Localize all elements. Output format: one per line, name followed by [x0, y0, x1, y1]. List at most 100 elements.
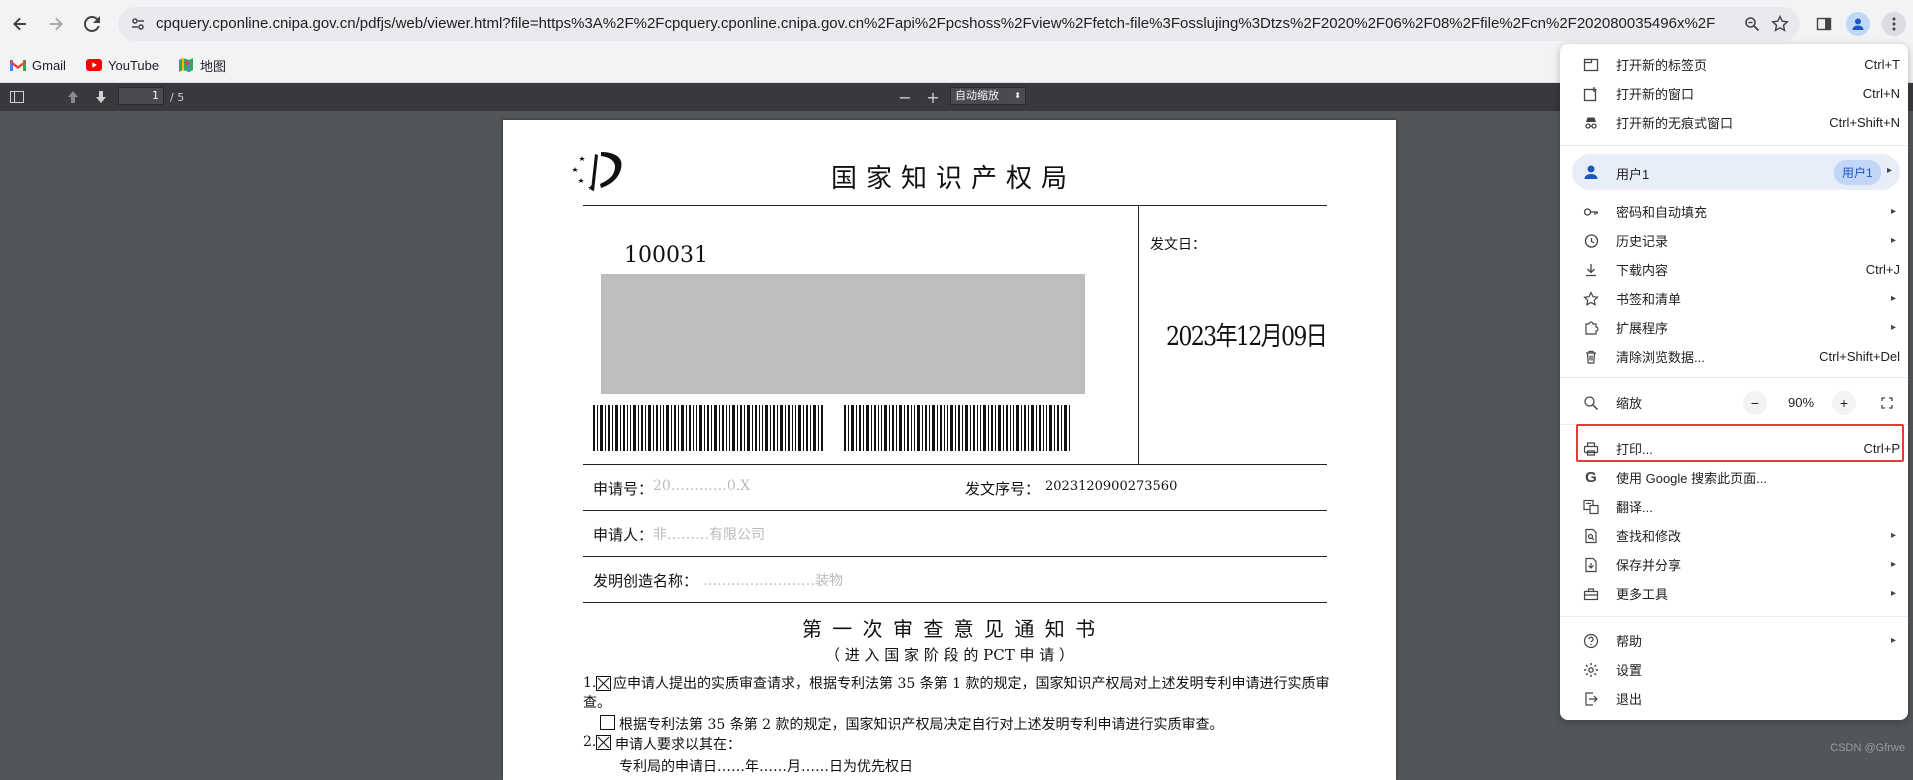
forward-button[interactable] [42, 10, 70, 38]
menu-separator [1560, 616, 1908, 617]
menu-item-extensions[interactable]: 扩展程序 ▸ [1560, 313, 1908, 342]
chevron-right-icon: ▸ [1890, 559, 1896, 570]
recipient-address-redacted [601, 274, 1085, 394]
item-2-number: 2. [583, 734, 597, 750]
bookmark-label: YouTube [108, 57, 160, 73]
menu-item-clear-data[interactable]: 清除浏览数据... Ctrl+Shift+Del [1560, 342, 1908, 371]
zoom-out-button[interactable]: − [898, 87, 912, 107]
zoom-out-button[interactable]: − [1743, 391, 1767, 415]
notice-title: 第 一 次 审 查 意 见 通 知 书 [801, 617, 1098, 641]
menu-item-new-window[interactable]: 打开新的窗口 Ctrl+N [1560, 79, 1908, 108]
google-g-icon: G [1585, 469, 1597, 486]
profile-avatar-icon[interactable] [1846, 12, 1870, 36]
menu-separator [1560, 377, 1908, 378]
address-divider [1138, 206, 1139, 464]
chevron-right-icon: ▸ [1890, 588, 1896, 599]
menu-item-more-tools[interactable]: 更多工具 ▸ [1560, 579, 1908, 608]
zoom-in-button[interactable]: + [926, 87, 940, 107]
new-window-icon [1582, 85, 1600, 103]
cnipa-logo [572, 152, 622, 191]
bookmark-star-icon[interactable] [1770, 14, 1790, 34]
back-button[interactable] [6, 10, 34, 38]
zoom-select-value: 自动缩放 [955, 89, 999, 102]
bookmark-maps[interactable]: 地图 [178, 54, 226, 76]
zoom-select[interactable]: 自动缩放 ⬍ [950, 87, 1026, 105]
rule [583, 602, 1327, 603]
arrow-down-icon [96, 91, 106, 103]
menu-item-find[interactable]: 查找和修改 ▸ [1560, 521, 1908, 550]
menu-item-history[interactable]: 历史记录 ▸ [1560, 226, 1908, 255]
translate-icon [1582, 498, 1600, 516]
rule [583, 556, 1327, 557]
menu-item-bookmarks[interactable]: 书签和清单 ▸ [1560, 284, 1908, 313]
history-icon [1582, 232, 1600, 250]
kebab-menu-icon [1892, 17, 1896, 31]
invention-title-value: ……………………装物 [703, 573, 843, 589]
rule [583, 464, 1327, 465]
menu-item-translate[interactable]: 翻译... [1560, 492, 1908, 521]
select-arrows-icon: ⬍ [1014, 91, 1021, 100]
menu-item-exit[interactable]: 退出 [1560, 684, 1908, 713]
chevron-right-icon: ▸ [1890, 235, 1896, 246]
next-page-button[interactable] [92, 87, 110, 107]
bookmark-youtube[interactable]: YouTube [86, 54, 159, 76]
arrow-left-icon [13, 17, 26, 31]
notice-subtitle: （ 进 入 国 家 阶 段 的 PCT 申 请 ） [824, 646, 1075, 664]
chrome-main-menu: 打开新的标签页 Ctrl+T 打开新的窗口 Ctrl+N 打开新的无痕式窗口 C… [1560, 44, 1908, 720]
reload-button[interactable] [78, 10, 106, 38]
application-number-value: 20…………0.X [653, 478, 751, 494]
applicant-value: 非………有限公司 [653, 527, 765, 543]
side-panel-icon[interactable] [1812, 12, 1836, 36]
gear-icon [1582, 661, 1600, 679]
send-date: 2023年12月09日 [1166, 322, 1328, 352]
item-2-checkbox [596, 735, 611, 750]
menu-item-google-search[interactable]: G 使用 Google 搜索此页面... [1560, 463, 1908, 492]
menu-item-passwords[interactable]: 密码和自动填充 ▸ [1560, 197, 1908, 226]
bookmark-label: 地图 [200, 58, 227, 74]
key-icon [1582, 203, 1600, 221]
item-2-continuation: 专利局的申请日……年……月……日为优先权日 [619, 759, 913, 775]
reload-icon [84, 16, 100, 32]
sidebar-toggle-icon [10, 91, 24, 103]
menu-item-profile[interactable]: 用户1 用户1 ▸ [1572, 154, 1900, 190]
zoom-level: 90% [1788, 395, 1815, 410]
trash-icon [1582, 348, 1600, 366]
chrome-menu-button[interactable] [1882, 12, 1906, 36]
item-1b-checkbox [600, 715, 615, 730]
help-icon [1582, 632, 1600, 650]
save-share-icon [1582, 556, 1600, 574]
chevron-right-icon: ▸ [1890, 530, 1896, 541]
page-number-input[interactable]: 1 [118, 87, 164, 105]
sidebar-toggle-button[interactable] [8, 87, 26, 107]
office-name: 国家知识产权局 [831, 164, 1077, 194]
profile-badge: 用户1 [1834, 160, 1881, 185]
address-bar[interactable]: cpquery.cponline.cnipa.gov.cn/pdfjs/web/… [118, 7, 1800, 41]
incognito-icon [1582, 114, 1600, 132]
chevron-right-icon: ▸ [1890, 635, 1896, 646]
zoom-indicator-icon[interactable] [1742, 14, 1762, 34]
download-icon [1582, 261, 1600, 279]
menu-item-settings[interactable]: 设置 [1560, 655, 1908, 684]
postcode: 100031 [624, 243, 708, 268]
applicant-label: 申请人： [593, 526, 654, 544]
print-highlight-box [1576, 424, 1904, 462]
new-tab-icon [1582, 56, 1600, 74]
menu-item-new-tab[interactable]: 打开新的标签页 Ctrl+T [1560, 50, 1908, 79]
fullscreen-button[interactable] [1875, 391, 1899, 415]
bookmark-gmail[interactable]: Gmail [10, 54, 66, 76]
zoom-in-button[interactable]: + [1832, 391, 1856, 415]
chevron-right-icon: ▸ [1890, 322, 1896, 333]
find-icon [1582, 527, 1600, 545]
send-date-label: 发文日： [1150, 237, 1206, 253]
menu-item-zoom: 缩放 − 90% + [1560, 388, 1908, 417]
exit-icon [1582, 690, 1600, 708]
menu-item-downloads[interactable]: 下载内容 Ctrl+J [1560, 255, 1908, 284]
zoom-icon [1582, 394, 1600, 412]
menu-item-help[interactable]: 帮助 ▸ [1560, 626, 1908, 655]
previous-page-button[interactable] [64, 87, 82, 107]
document-number-label: 发文序号： [965, 480, 1041, 498]
menu-item-save-share[interactable]: 保存并分享 ▸ [1560, 550, 1908, 579]
site-info-icon[interactable] [128, 14, 148, 34]
menu-item-incognito[interactable]: 打开新的无痕式窗口 Ctrl+Shift+N [1560, 108, 1908, 137]
url-text[interactable]: cpquery.cponline.cnipa.gov.cn/pdfjs/web/… [156, 15, 1716, 32]
